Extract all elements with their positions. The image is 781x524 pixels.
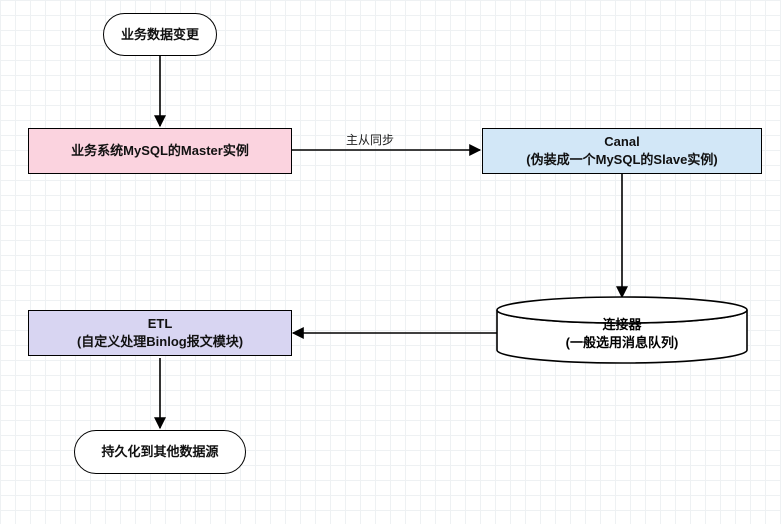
etl-subtitle: (自定义处理Binlog报文模块)	[77, 333, 243, 351]
etl-title: ETL	[148, 315, 173, 333]
start-node: 业务数据变更	[103, 13, 217, 56]
edge-sync-label: 主从同步	[346, 131, 394, 148]
canal-subtitle: (伪装成一个MySQL的Slave实例)	[526, 151, 717, 169]
end-node: 持久化到其他数据源	[74, 430, 246, 474]
start-label: 业务数据变更	[121, 26, 199, 44]
canal-node: Canal (伪装成一个MySQL的Slave实例)	[482, 128, 762, 174]
end-label: 持久化到其他数据源	[101, 443, 218, 461]
etl-node: ETL (自定义处理Binlog报文模块)	[28, 310, 292, 356]
connector-node: 连接器 (一般选用消息队列)	[497, 297, 747, 363]
canal-title: Canal	[604, 133, 639, 151]
connector-subtitle: (一般选用消息队列)	[566, 335, 679, 350]
connector-title: 连接器	[602, 317, 642, 332]
master-label: 业务系统MySQL的Master实例	[71, 142, 249, 160]
master-node: 业务系统MySQL的Master实例	[28, 128, 292, 174]
